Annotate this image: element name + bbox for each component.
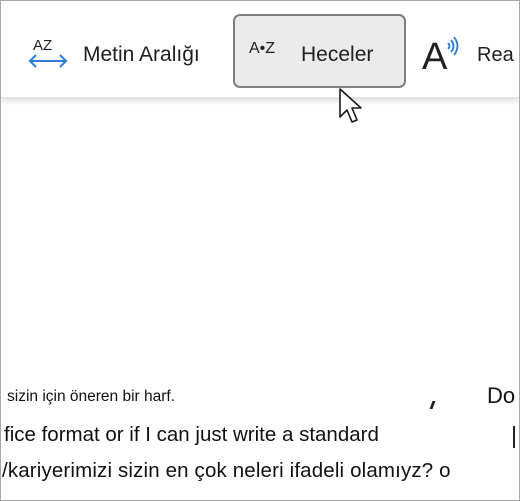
syllables-button[interactable]: A•Z Heceler: [233, 14, 406, 88]
text-mark: [513, 426, 515, 448]
document-line-fragment: Do: [487, 383, 516, 408]
read-aloud-label: Rea: [477, 44, 514, 66]
syllables-label: Heceler: [301, 43, 374, 66]
document-area[interactable]: sizin için öneren bir harf. Do fice form…: [1, 101, 519, 500]
svg-text:AZ: AZ: [33, 37, 52, 54]
read-aloud-icon: A: [422, 36, 459, 73]
syllables-icon: A•Z: [249, 40, 276, 57]
ribbon-toolbar: AZ Metin Aralığı A•Z Heceler A Rea: [1, 1, 519, 98]
document-line: fice format or if I can just write a sta…: [4, 423, 379, 446]
text-spacing-label: Metin Aralığı: [83, 43, 200, 66]
document-line: /kariyerimizi sizin en çok neleri ifadel…: [2, 459, 451, 482]
read-aloud-button[interactable]: A Rea: [421, 31, 519, 75]
document-line: sizin için öneren bir harf.: [7, 388, 175, 405]
svg-text:A: A: [422, 36, 448, 73]
text-spacing-button[interactable]: AZ Metin Aralığı: [27, 33, 217, 77]
text-spacing-icon: AZ: [28, 37, 68, 68]
window-frame: AZ Metin Aralığı A•Z Heceler A Rea sizin…: [0, 0, 520, 501]
text-mark: [429, 401, 436, 409]
